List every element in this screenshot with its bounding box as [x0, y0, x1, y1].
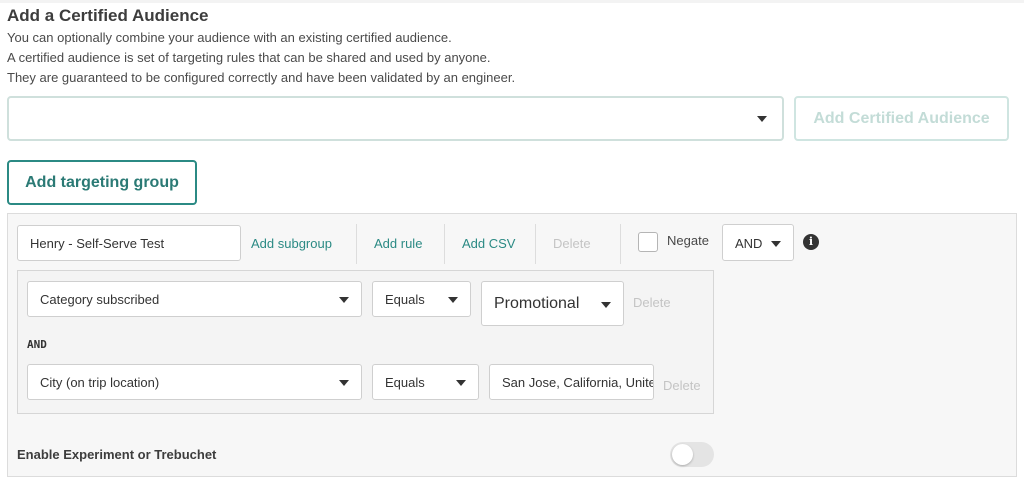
experiment-label: Enable Experiment or Trebuchet [17, 447, 217, 462]
add-certified-audience-button[interactable]: Add Certified Audience [794, 96, 1009, 141]
action-divider [356, 224, 357, 264]
rule-2-value: San Jose, California, United States [502, 375, 653, 390]
operator-select-value: AND [735, 236, 763, 251]
caret-down-icon [456, 380, 466, 386]
add-rule-link[interactable]: Add rule [374, 236, 422, 251]
group-name-input[interactable]: Henry - Self-Serve Test [17, 225, 241, 261]
delete-group-link[interactable]: Delete [553, 236, 591, 251]
rule-1-field-value: Category subscribed [40, 292, 160, 307]
top-divider [0, 0, 1024, 3]
toggle-knob [672, 444, 693, 465]
action-divider [444, 224, 445, 264]
rule-2-field-value: City (on trip location) [40, 375, 160, 390]
rule-connector-label: AND [27, 338, 47, 351]
add-subgroup-link[interactable]: Add subgroup [251, 236, 332, 251]
experiment-toggle[interactable] [670, 442, 714, 467]
caret-down-icon [601, 302, 611, 308]
action-divider [535, 224, 536, 264]
rule-2-delete-link[interactable]: Delete [663, 378, 701, 393]
add-csv-link[interactable]: Add CSV [462, 236, 515, 251]
description-line-2: A certified audience is set of targeting… [7, 50, 491, 65]
negate-label: Negate [667, 233, 709, 248]
caret-down-icon [757, 116, 767, 122]
add-targeting-group-button[interactable]: Add targeting group [7, 160, 197, 205]
rule-1-comparator-select[interactable]: Equals [372, 281, 471, 317]
caret-down-icon [448, 297, 458, 303]
caret-down-icon [339, 297, 349, 303]
rule-2-comparator-select[interactable]: Equals [372, 364, 479, 400]
rule-1-delete-link[interactable]: Delete [633, 295, 671, 310]
rule-2-comparator-value: Equals [385, 375, 425, 390]
rule-2-field-select[interactable]: City (on trip location) [27, 364, 362, 400]
action-divider [620, 224, 621, 264]
rule-2-value-input[interactable]: San Jose, California, United States [489, 364, 654, 400]
info-icon[interactable]: i [803, 234, 819, 250]
operator-select[interactable]: AND [722, 224, 794, 261]
description-line-1: You can optionally combine your audience… [7, 30, 452, 45]
rule-1-comparator-value: Equals [385, 292, 425, 307]
caret-down-icon [339, 380, 349, 386]
description-line-3: They are guaranteed to be configured cor… [7, 70, 516, 85]
negate-checkbox[interactable] [638, 232, 658, 252]
rule-1-value: Promotional [494, 295, 580, 312]
rule-1-field-select[interactable]: Category subscribed [27, 281, 362, 317]
certified-audience-select[interactable] [7, 96, 784, 141]
caret-down-icon [771, 241, 781, 247]
certified-audience-title: Add a Certified Audience [7, 6, 209, 25]
rule-1-value-select[interactable]: Promotional [481, 281, 624, 326]
